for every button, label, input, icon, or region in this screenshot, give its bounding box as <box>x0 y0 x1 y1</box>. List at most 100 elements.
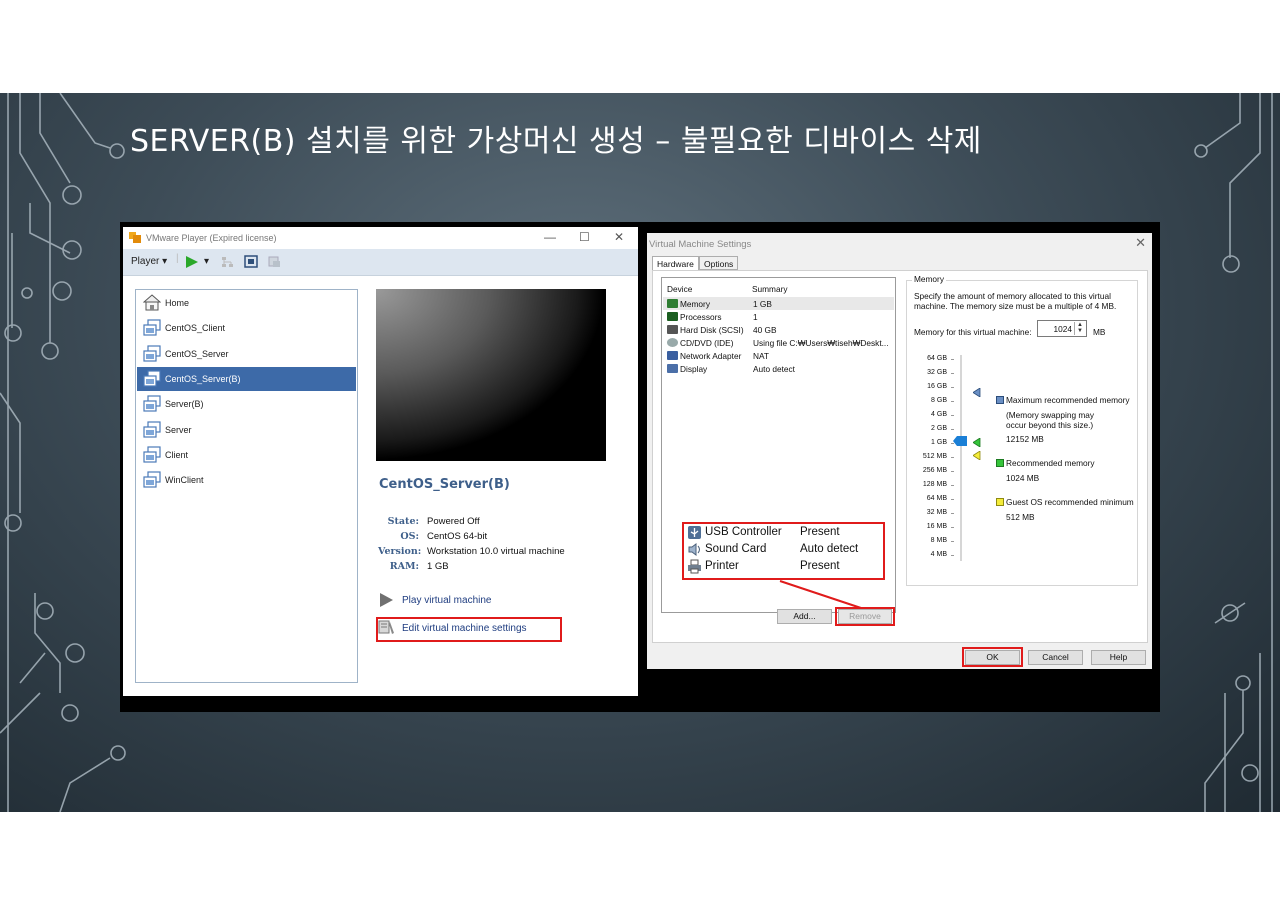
minimum-legend-swatch <box>996 498 1004 506</box>
vm-library-list: Home CentOS_Client CentOS_Server CentOS_Ser… <box>135 289 358 683</box>
device-row[interactable]: Hard Disk (SCSI) 40 GB <box>663 323 894 336</box>
detail-key: RAM: <box>389 561 419 572</box>
memory-scale-label: 16 MB <box>926 523 947 530</box>
device-row[interactable]: Processors 1 <box>663 310 894 323</box>
device-name: Display <box>680 364 708 374</box>
memory-scale-tick <box>951 485 954 486</box>
virtual-machine-icon <box>143 319 161 336</box>
library-item-label: WinClient <box>165 475 204 486</box>
library-item-label: Server(B) <box>165 399 204 410</box>
device-summary: Auto detect <box>753 364 795 374</box>
screenshot-panel: VMware Player (Expired license) — ☐ ✕ Pl… <box>120 222 1160 712</box>
memory-field-label: Memory for this virtual machine: <box>914 327 1032 337</box>
memory-icon <box>667 299 678 308</box>
library-item[interactable]: CentOS_Server(B) <box>137 366 356 391</box>
highlight-edit-settings <box>376 617 562 642</box>
player-menu[interactable]: Player ▾ <box>131 256 167 267</box>
maximize-button[interactable]: ☐ <box>579 230 590 244</box>
device-name: Hard Disk (SCSI) <box>680 325 744 335</box>
window-title: VMware Player (Expired license) <box>146 233 277 243</box>
memory-input-value: 1024 <box>1053 324 1072 334</box>
device-row[interactable]: CD/DVD (IDE) Using file C:₩Users₩tiseh₩De… <box>663 336 894 349</box>
device-row[interactable]: Memory 1 GB <box>663 297 894 310</box>
library-item-label: CentOS_Client <box>165 323 226 334</box>
device-row[interactable]: Display Auto detect <box>663 362 894 375</box>
library-item[interactable]: CentOS_Client <box>137 316 356 340</box>
memory-scale-label: 16 GB <box>927 383 947 390</box>
memory-scale-tick <box>951 471 954 472</box>
player-menu-label: Player <box>131 256 160 267</box>
dialog-title: Virtual Machine Settings <box>649 239 752 250</box>
memory-scale-label: 128 MB <box>922 481 947 488</box>
detail-key: Version: <box>378 546 422 557</box>
tab-hardware[interactable]: Hardware <box>652 256 699 271</box>
play-icon[interactable] <box>185 255 199 269</box>
detail-value: Workstation 10.0 virtual machine <box>427 546 565 557</box>
fullscreen-icon[interactable] <box>244 255 258 268</box>
memory-scale-label: 32 GB <box>927 369 947 376</box>
add-device-button[interactable]: Add... <box>777 609 832 624</box>
detail-key: State: <box>387 516 419 527</box>
vm-preview-thumbnail <box>376 289 606 461</box>
library-item[interactable]: Server(B) <box>137 392 356 416</box>
network-icon <box>667 351 678 360</box>
highlight-remove-button <box>835 607 895 626</box>
tab-options[interactable]: Options <box>699 256 739 270</box>
close-button[interactable]: ✕ <box>614 230 624 244</box>
home-icon <box>142 294 162 311</box>
dialog-close-icon[interactable]: ✕ <box>1135 235 1146 251</box>
memory-slider-track[interactable] <box>960 355 962 561</box>
cpu-icon <box>667 312 678 321</box>
cancel-button[interactable]: Cancel <box>1028 650 1083 665</box>
virtual-machine-icon <box>143 395 161 412</box>
display-icon <box>667 364 678 373</box>
library-item[interactable]: CentOS_Server <box>137 342 356 366</box>
vmware-logo-icon <box>129 232 141 243</box>
memory-slider-thumb[interactable] <box>953 436 967 446</box>
max-memory-marker-icon <box>973 388 981 397</box>
memory-scale-label: 512 MB <box>922 453 947 460</box>
play-dropdown-icon[interactable]: ▾ <box>204 256 209 267</box>
memory-scale-label: 256 MB <box>922 467 947 474</box>
device-name: Memory <box>680 299 710 309</box>
toolbar-divider: | <box>176 253 179 264</box>
virtual-machine-icon <box>143 420 161 438</box>
max-legend-label: Maximum recommended memory <box>1006 395 1130 405</box>
virtual-machine-icon <box>143 446 161 463</box>
library-item[interactable]: Server <box>137 418 356 442</box>
highlight-ok-button <box>962 647 1023 667</box>
minimum-legend-value: 512 MB <box>1006 512 1035 522</box>
library-item[interactable]: Client <box>137 443 356 467</box>
memory-spinner[interactable]: ▲ ▼ <box>1074 322 1085 335</box>
minimize-button[interactable]: — <box>544 230 556 244</box>
device-summary: NAT <box>753 351 769 361</box>
max-legend-note: (Memory swapping may occur beyond this s… <box>1006 410 1095 430</box>
help-button[interactable]: Help <box>1091 650 1146 665</box>
recommended-legend-label: Recommended memory <box>1006 458 1095 468</box>
play-vm-icon[interactable] <box>378 592 394 608</box>
disk-icon <box>667 325 678 334</box>
library-item[interactable]: Home <box>137 291 356 315</box>
memory-input[interactable]: 1024 ▲ ▼ <box>1037 320 1087 337</box>
vm-settings-dialog: Virtual Machine Settings ✕ Hardware Opti… <box>647 233 1152 669</box>
device-name: CD/DVD (IDE) <box>680 338 734 348</box>
slide-title: SERVER(B) 설치를 위한 가상머신 생성 – 불필요한 디바이스 삭제 <box>130 124 982 159</box>
library-item[interactable]: WinClient <box>137 468 356 492</box>
memory-scale-label: 4 GB <box>931 411 947 418</box>
library-item-label: Server <box>165 424 192 435</box>
play-virtual-machine-link[interactable]: Play virtual machine <box>402 595 491 606</box>
device-row[interactable]: Network Adapter NAT <box>663 349 894 362</box>
virtual-machine-icon <box>143 344 161 362</box>
memory-description: Specify the amount of memory allocated t… <box>914 291 1117 311</box>
window-titlebar: VMware Player (Expired license) — ☐ ✕ <box>123 227 638 249</box>
network-share-icon[interactable] <box>221 256 234 268</box>
unity-icon[interactable] <box>268 256 281 268</box>
slide-background: SERVER(B) 설치를 위한 가상머신 생성 – 불필요한 디바이스 삭제 … <box>0 93 1280 812</box>
virtual-machine-icon <box>143 471 161 488</box>
memory-scale-tick <box>951 513 954 514</box>
memory-scale-label: 1 GB <box>931 439 947 446</box>
highlight-unneeded-devices <box>682 522 885 580</box>
memory-scale-tick <box>951 555 954 556</box>
max-legend-value: 12152 MB <box>1006 434 1044 444</box>
cd-icon <box>667 338 678 347</box>
